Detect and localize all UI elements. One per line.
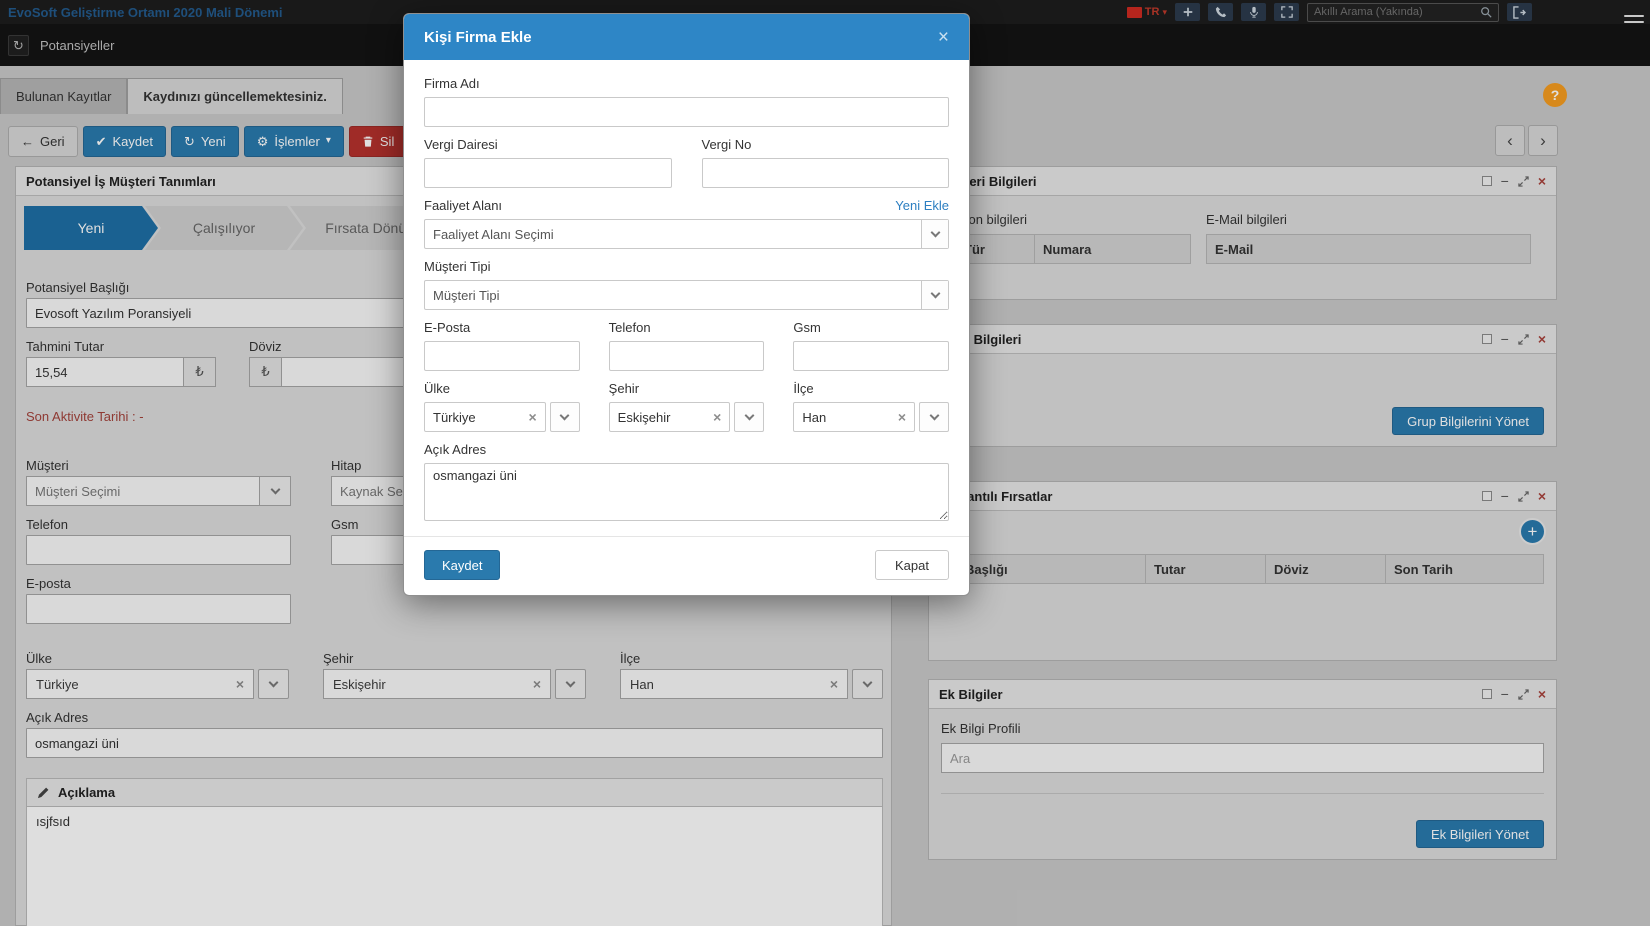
sehir-label: Şehir bbox=[609, 381, 765, 396]
chevron-down-icon[interactable] bbox=[550, 402, 580, 432]
modal-sehir-select[interactable]: Eskişehir × bbox=[609, 402, 765, 432]
faaliyet-alani-value: Faaliyet Alanı Seçimi bbox=[425, 220, 921, 248]
remove-tag-icon[interactable]: × bbox=[713, 409, 721, 425]
modal-acik-adres-textarea[interactable]: osmangazi üni bbox=[424, 463, 949, 521]
ilce-value: Han bbox=[802, 410, 826, 425]
modal-telefon-input[interactable] bbox=[609, 341, 765, 371]
chevron-down-icon bbox=[921, 220, 948, 248]
chevron-down-icon[interactable] bbox=[734, 402, 764, 432]
modal-save-button[interactable]: Kaydet bbox=[424, 550, 500, 580]
musteri-tipi-select[interactable]: Müşteri Tipi bbox=[424, 280, 949, 310]
modal-ilce-select[interactable]: Han × bbox=[793, 402, 949, 432]
ulke-value: Türkiye bbox=[433, 410, 476, 425]
modal-eposta-input[interactable] bbox=[424, 341, 580, 371]
ilce-label: İlçe bbox=[793, 381, 949, 396]
sehir-value: Eskişehir bbox=[618, 410, 671, 425]
remove-tag-icon[interactable]: × bbox=[898, 409, 906, 425]
eposta-label: E-Posta bbox=[424, 320, 580, 335]
ulke-label: Ülke bbox=[424, 381, 580, 396]
musteri-tipi-value: Müşteri Tipi bbox=[425, 281, 921, 309]
dialog-header: Kişi Firma Ekle × bbox=[404, 14, 969, 60]
vergi-no-label: Vergi No bbox=[702, 137, 950, 152]
vergi-dairesi-label: Vergi Dairesi bbox=[424, 137, 672, 152]
telefon-label: Telefon bbox=[609, 320, 765, 335]
modal-gsm-input[interactable] bbox=[793, 341, 949, 371]
dialog-footer: Kaydet Kapat bbox=[404, 536, 969, 595]
vergi-no-input[interactable] bbox=[702, 158, 950, 188]
gsm-label: Gsm bbox=[793, 320, 949, 335]
close-icon[interactable]: × bbox=[938, 28, 949, 47]
musteri-tipi-label: Müşteri Tipi bbox=[424, 259, 949, 274]
dialog-title: Kişi Firma Ekle bbox=[424, 29, 532, 46]
remove-tag-icon[interactable]: × bbox=[528, 409, 536, 425]
acik-adres-label: Açık Adres bbox=[424, 442, 949, 457]
modal-ulke-select[interactable]: Türkiye × bbox=[424, 402, 580, 432]
dialog-body: Firma Adı Vergi Dairesi Vergi No Faaliye… bbox=[404, 60, 969, 536]
application-window: EvoSoft Geliştirme Ortamı 2020 Mali Döne… bbox=[0, 0, 1650, 926]
vergi-dairesi-input[interactable] bbox=[424, 158, 672, 188]
faaliyet-alani-label: Faaliyet Alanı bbox=[424, 198, 502, 213]
chevron-down-icon bbox=[921, 281, 948, 309]
chevron-down-icon[interactable] bbox=[919, 402, 949, 432]
modal-close-button[interactable]: Kapat bbox=[875, 550, 949, 580]
firma-adi-input[interactable] bbox=[424, 97, 949, 127]
yeni-ekle-link[interactable]: Yeni Ekle bbox=[895, 198, 949, 213]
faaliyet-alani-select[interactable]: Faaliyet Alanı Seçimi bbox=[424, 219, 949, 249]
kisi-firma-ekle-dialog: Kişi Firma Ekle × Firma Adı Vergi Daires… bbox=[403, 13, 970, 596]
firma-adi-label: Firma Adı bbox=[424, 76, 949, 91]
